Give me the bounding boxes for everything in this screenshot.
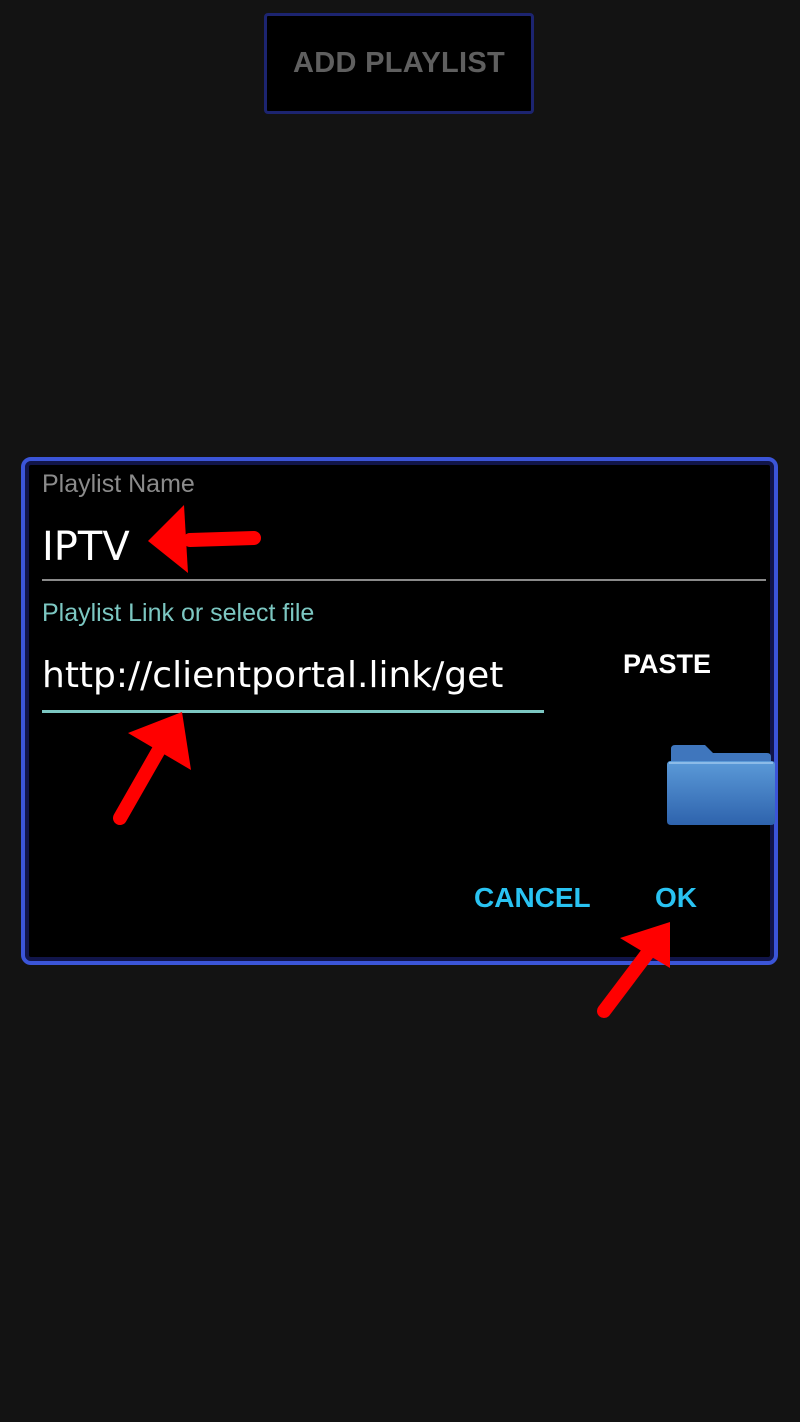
add-playlist-button[interactable]: ADD PLAYLIST xyxy=(264,13,534,114)
ok-button[interactable]: OK xyxy=(655,882,697,914)
playlist-link-input[interactable]: http://clientportal.link/get xyxy=(42,653,544,699)
playlist-name-input[interactable]: IPTV xyxy=(42,523,130,571)
folder-icon[interactable] xyxy=(667,739,775,825)
playlist-link-underline xyxy=(42,710,544,713)
playlist-name-label: Playlist Name xyxy=(42,470,195,498)
paste-button[interactable]: PASTE xyxy=(619,649,715,680)
cancel-button[interactable]: CANCEL xyxy=(474,882,591,914)
playlist-link-label: Playlist Link or select file xyxy=(42,599,315,627)
playlist-name-underline xyxy=(42,579,766,581)
add-playlist-dialog: Playlist Name IPTV Playlist Link or sele… xyxy=(21,457,778,965)
